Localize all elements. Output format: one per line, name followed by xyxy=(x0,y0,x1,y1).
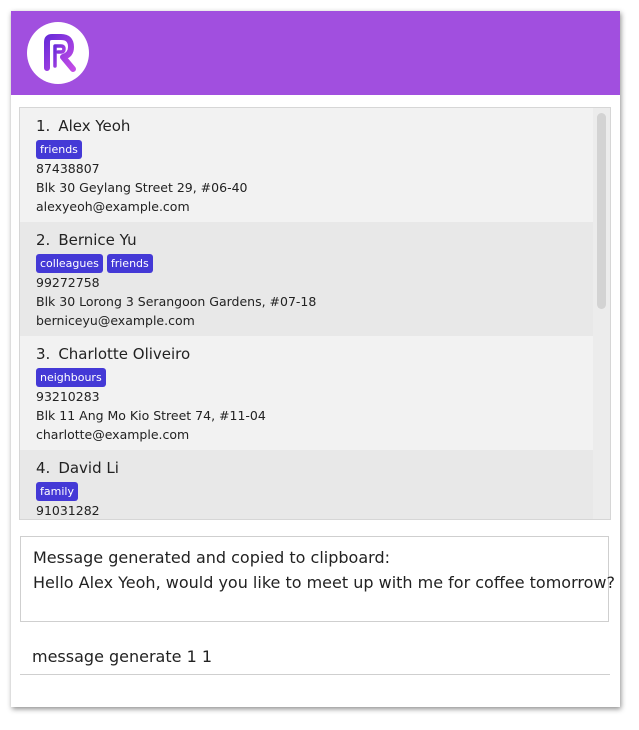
person-name-text: David Li xyxy=(58,459,119,477)
tag-list: neighbours xyxy=(36,368,110,388)
person-name-text: Bernice Yu xyxy=(58,231,137,249)
result-message-line: Hello Alex Yeoh, would you like to meet … xyxy=(33,573,615,592)
tag-badge: friends xyxy=(106,254,153,273)
person-index: 4. xyxy=(36,459,51,477)
header-bar xyxy=(11,11,620,95)
person-email: alexyeoh@example.com xyxy=(36,199,190,214)
person-phone: 91031282 xyxy=(36,503,100,518)
result-message-line: Message generated and copied to clipboar… xyxy=(33,548,390,567)
person-email: charlotte@example.com xyxy=(36,427,190,442)
tag-list: friends xyxy=(36,140,86,160)
person-card[interactable]: 1. Alex Yeoh friends 87438807 Blk 30 Geyl… xyxy=(20,108,593,222)
person-card[interactable]: 4. David Li family 91031282 xyxy=(20,450,593,519)
person-name: 1. Alex Yeoh xyxy=(36,117,130,135)
tag-badge: family xyxy=(36,482,78,501)
person-phone: 99272758 xyxy=(36,275,100,290)
tag-list: family xyxy=(36,482,82,502)
person-index: 2. xyxy=(36,231,51,249)
person-phone: 93210283 xyxy=(36,389,100,404)
person-name: 3. Charlotte Oliveiro xyxy=(36,345,190,363)
person-index: 3. xyxy=(36,345,51,363)
person-email: berniceyu@example.com xyxy=(36,313,195,328)
result-display: Message generated and copied to clipboar… xyxy=(20,536,615,622)
person-list-panel: 1. Alex Yeoh friends 87438807 Blk 30 Geyl… xyxy=(19,107,611,520)
person-card[interactable]: 2. Bernice Yu colleagues friends 99272758 … xyxy=(20,222,593,336)
person-name: 2. Bernice Yu xyxy=(36,231,137,249)
person-list: 1. Alex Yeoh friends 87438807 Blk 30 Geyl… xyxy=(20,108,593,519)
command-input[interactable]: message generate 1 1 xyxy=(32,647,212,666)
tag-badge: friends xyxy=(36,140,82,159)
person-index: 1. xyxy=(36,117,51,135)
command-box[interactable]: message generate 1 1 xyxy=(20,639,610,675)
scrollbar-thumb[interactable] xyxy=(597,113,606,309)
tag-badge: neighbours xyxy=(36,368,106,387)
tag-list: colleagues friends xyxy=(36,254,157,274)
person-address: Blk 11 Ang Mo Kio Street 74, #11-04 xyxy=(36,408,266,423)
person-address: Blk 30 Lorong 3 Serangoon Gardens, #07-1… xyxy=(36,294,317,309)
person-card[interactable]: 3. Charlotte Oliveiro neighbours 93210283… xyxy=(20,336,593,450)
person-address: Blk 30 Geylang Street 29, #06-40 xyxy=(36,180,248,195)
r-logo-icon xyxy=(27,22,89,84)
person-phone: 87438807 xyxy=(36,161,100,176)
app-window: 1. Alex Yeoh friends 87438807 Blk 30 Geyl… xyxy=(11,11,620,707)
person-name: 4. David Li xyxy=(36,459,119,477)
person-name-text: Alex Yeoh xyxy=(58,117,131,135)
list-scrollbar[interactable] xyxy=(593,108,610,519)
tag-badge: colleagues xyxy=(36,254,103,273)
person-name-text: Charlotte Oliveiro xyxy=(58,345,191,363)
